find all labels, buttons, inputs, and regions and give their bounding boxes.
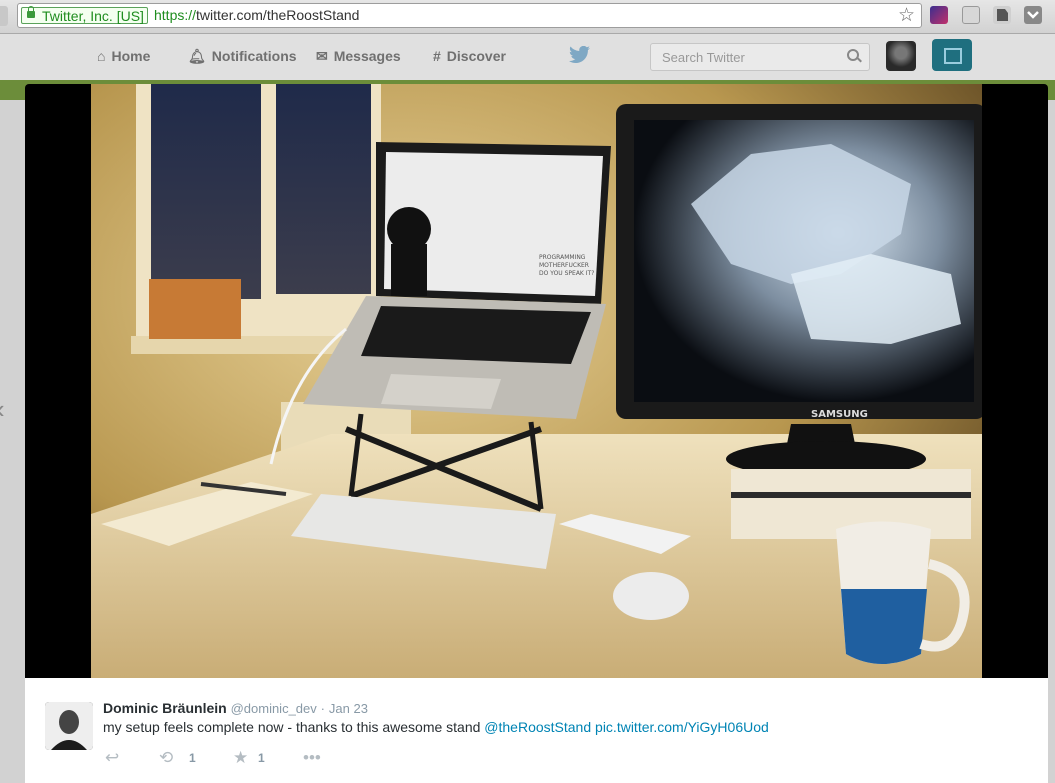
nav-home[interactable]: ⌂ Home — [97, 48, 150, 64]
search-input[interactable]: Search Twitter — [650, 43, 870, 71]
url-text[interactable]: https://twitter.com/theRoostStand — [154, 7, 359, 24]
author-fullname[interactable]: Dominic Bräunlein — [103, 700, 227, 716]
media-lightbox: SAMSUNG PROGRAMMING MOTHERFUCKER DO YOU … — [25, 84, 1048, 783]
tweet-date[interactable]: Jan 23 — [329, 701, 368, 716]
browser-toolbar: Twitter, Inc. [US] https://twitter.com/t… — [0, 0, 1055, 34]
nav-notifications-label: Notifications — [211, 48, 297, 64]
nav-notifications[interactable]: 🔔︎ Notifications — [188, 48, 297, 65]
mention-link[interactable]: @theRoostStand — [484, 719, 591, 735]
reload-button[interactable] — [0, 6, 8, 26]
star-icon[interactable]: ☆ — [898, 5, 915, 26]
extension-icon[interactable] — [962, 6, 980, 24]
hashtag-icon: # — [433, 48, 441, 64]
nav-messages-label: Messages — [333, 48, 401, 64]
ev-certificate-label: Twitter, Inc. [US] — [42, 8, 144, 24]
favorite-count: 1 — [258, 751, 265, 765]
compose-icon — [944, 48, 962, 64]
media-link[interactable]: pic.twitter.com/YiGyH06Uod — [595, 719, 769, 735]
nav-discover-label: Discover — [446, 48, 506, 64]
lock-icon — [27, 6, 35, 18]
retweet-count: 1 — [189, 751, 196, 765]
author-handle[interactable]: @dominic_dev — [231, 701, 317, 716]
retweet-icon: ⟲ — [159, 748, 174, 767]
address-bar[interactable]: Twitter, Inc. [US] https://twitter.com/t… — [17, 3, 922, 28]
user-avatar[interactable] — [886, 41, 916, 71]
twitter-bird-icon[interactable] — [569, 45, 591, 64]
nav-discover[interactable]: # Discover — [433, 48, 506, 64]
reply-button[interactable]: ↩ — [105, 748, 119, 768]
search-placeholder: Search Twitter — [662, 50, 745, 65]
tweet-text: my setup feels complete now - thanks to … — [103, 719, 769, 735]
url-path: twitter.com/theRoostStand — [196, 7, 360, 23]
bell-icon: 🔔︎ — [188, 48, 206, 64]
reply-icon: ↩ — [105, 748, 120, 767]
home-icon: ⌂ — [97, 48, 106, 64]
screen-text-line2: MOTHERFUCKER — [539, 262, 589, 269]
retweet-button[interactable]: ⟲ 1 — [159, 748, 196, 768]
search-icon[interactable] — [847, 49, 859, 61]
pocket-icon[interactable] — [1024, 6, 1042, 24]
nav-home-label: Home — [111, 48, 151, 64]
envelope-icon: ✉ — [316, 48, 328, 64]
favorite-button[interactable]: ★ 1 — [233, 748, 265, 768]
chevron-left-icon[interactable]: ‹ — [0, 394, 5, 425]
twitter-navbar: ⌂ Home 🔔︎ Notifications ✉ Messages # Discove… — [0, 34, 1055, 80]
nav-messages[interactable]: ✉ Messages — [316, 48, 401, 65]
tweet-photo[interactable]: SAMSUNG PROGRAMMING MOTHERFUCKER DO YOU … — [91, 84, 982, 678]
ev-certificate-badge[interactable]: Twitter, Inc. [US] — [21, 6, 148, 24]
url-scheme: https:// — [154, 7, 197, 23]
tweet-body: my setup feels complete now - thanks to … — [103, 719, 481, 735]
more-icon: ••• — [303, 748, 321, 767]
favorite-icon: ★ — [233, 748, 249, 767]
compose-tweet-button[interactable] — [932, 39, 972, 71]
author-avatar[interactable] — [45, 702, 93, 750]
evernote-icon[interactable] — [993, 6, 1011, 24]
monitor-brand: SAMSUNG — [811, 409, 868, 420]
screen-text-line1: PROGRAMMING — [539, 254, 586, 261]
tweet-author[interactable]: Dominic Bräunlein @dominic_dev · Jan 23 — [103, 700, 368, 716]
screen-text-line3: DO YOU SPEAK IT? — [539, 270, 594, 277]
separator: · — [320, 701, 325, 716]
tweet-details: Dominic Bräunlein @dominic_dev · Jan 23 … — [25, 678, 1048, 783]
extension-icon[interactable] — [930, 6, 948, 24]
more-button[interactable]: ••• — [303, 748, 321, 768]
